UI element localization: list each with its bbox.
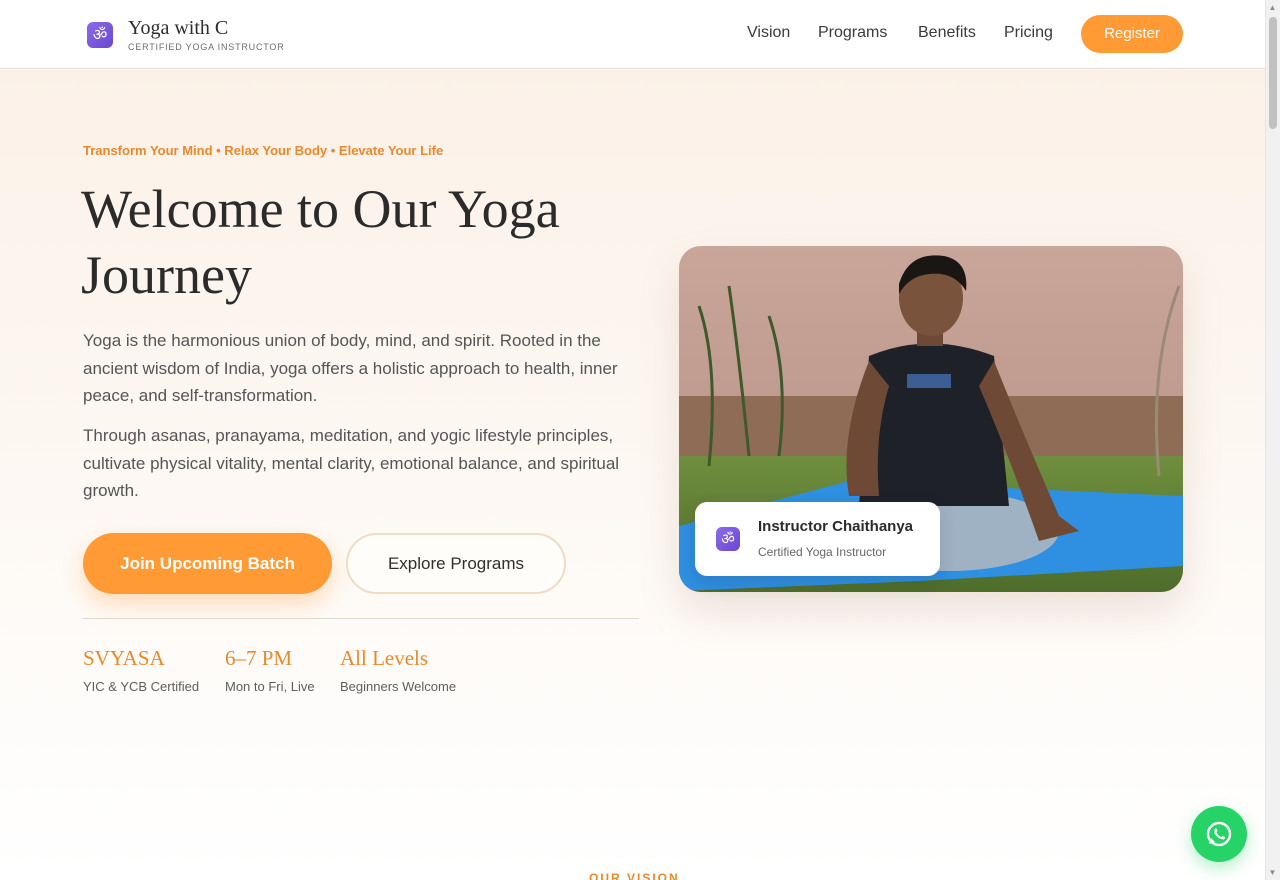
register-button[interactable]: Register — [1081, 15, 1183, 53]
hero-title: Welcome to Our Yoga Journey — [81, 179, 560, 305]
whatsapp-icon — [1206, 821, 1232, 847]
hero-tagline: Transform Your Mind • Relax Your Body • … — [83, 143, 444, 158]
stat-schedule: 6–7 PM Mon to Fri, Live — [225, 646, 315, 694]
hero-paragraph-1: Yoga is the harmonious union of body, mi… — [83, 331, 618, 405]
om-logo-icon: ॐ — [87, 22, 113, 48]
nav-vision[interactable]: Vision — [747, 24, 790, 42]
instructor-card: ॐ Instructor Chaithanya Certified Yoga I… — [695, 502, 940, 576]
stat-value: SVYASA — [83, 646, 165, 670]
hero-divider — [83, 618, 639, 619]
explore-programs-button[interactable]: Explore Programs — [346, 533, 566, 594]
stat-value: 6–7 PM — [225, 646, 293, 670]
instructor-role: Certified Yoga Instructor — [758, 545, 887, 559]
stat-certification: SVYASA YIC & YCB Certified — [83, 646, 199, 694]
join-batch-button[interactable]: Join Upcoming Batch — [83, 533, 332, 594]
nav-pricing[interactable]: Pricing — [1004, 24, 1053, 42]
hero-paragraph-2: Through asanas, pranayama, meditation, a… — [83, 426, 620, 500]
page-scrollbar[interactable]: ▲ ▼ — [1265, 0, 1280, 880]
nav-programs[interactable]: Programs — [818, 24, 887, 42]
site-header: ॐ Yoga with C CERTIFIED YOGA INSTRUCTOR … — [0, 0, 1265, 69]
scroll-up-arrow-icon[interactable]: ▲ — [1268, 3, 1277, 12]
stat-label: Mon to Fri, Live — [225, 679, 315, 694]
instructor-name: Instructor Chaithanya — [758, 518, 914, 535]
brand[interactable]: ॐ Yoga with C CERTIFIED YOGA INSTRUCTOR — [87, 18, 285, 52]
whatsapp-chat-button[interactable] — [1191, 806, 1247, 862]
stat-value: All Levels — [340, 646, 429, 670]
stat-label: Beginners Welcome — [340, 679, 457, 694]
nav-benefits[interactable]: Benefits — [918, 24, 976, 42]
brand-title: Yoga with C — [128, 17, 229, 39]
scroll-down-arrow-icon[interactable]: ▼ — [1268, 868, 1277, 877]
brand-subtitle: CERTIFIED YOGA INSTRUCTOR — [128, 42, 285, 52]
scrollbar-thumb[interactable] — [1269, 17, 1277, 129]
stat-label: YIC & YCB Certified — [83, 679, 200, 694]
brand-text: Yoga with C CERTIFIED YOGA INSTRUCTOR — [128, 18, 285, 52]
om-logo-icon: ॐ — [716, 527, 740, 551]
vision-section-label: OUR VISION — [589, 871, 680, 880]
stat-levels: All Levels Beginners Welcome — [340, 646, 456, 694]
